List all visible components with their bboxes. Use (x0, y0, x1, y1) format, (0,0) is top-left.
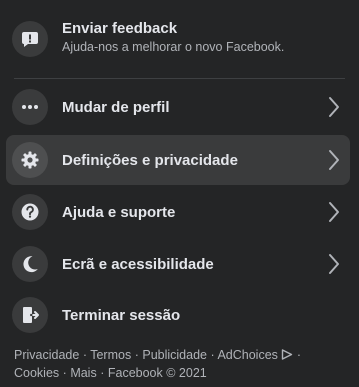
logout-door-icon (12, 297, 48, 333)
feedback-subtitle: Ajuda-nos a melhorar o novo Facebook. (62, 40, 285, 54)
footer-separator: · (210, 348, 215, 362)
adchoices-link[interactable]: AdChoices (217, 348, 293, 362)
account-menu: Enviar feedback Ajuda-nos a melhorar o n… (0, 0, 359, 387)
help-support-item[interactable]: Ajuda e suporte (6, 187, 350, 237)
gear-icon (12, 142, 48, 178)
footer-separator: · (100, 366, 105, 380)
settings-privacy-item[interactable]: Definições e privacidade (6, 135, 350, 185)
footer-separator: · (82, 348, 87, 362)
footer-separator: · (62, 366, 67, 380)
switch-profile-item[interactable]: Mudar de perfil (6, 82, 350, 132)
switch-profile-label: Mudar de perfil (62, 98, 170, 116)
settings-privacy-label: Definições e privacidade (62, 151, 238, 169)
chevron-right-icon (326, 200, 342, 224)
menu-divider (14, 78, 345, 79)
feedback-title: Enviar feedback (62, 20, 178, 37)
copyright-text: Facebook © 2021 (107, 366, 207, 380)
give-feedback-item[interactable]: Enviar feedback Ajuda-nos a melhorar o n… (6, 14, 350, 64)
question-icon (12, 194, 48, 230)
chevron-right-icon (326, 252, 342, 276)
logout-label: Terminar sessão (62, 306, 181, 324)
more-link[interactable]: Mais (70, 366, 96, 380)
terms-link[interactable]: Termos (90, 348, 131, 362)
moon-icon (12, 246, 48, 282)
footer-separator: · (134, 348, 139, 362)
adchoices-label: AdChoices (217, 348, 278, 362)
cookies-link[interactable]: Cookies (14, 366, 59, 380)
feedback-exclamation-icon (12, 21, 48, 57)
help-support-label: Ajuda e suporte (62, 203, 176, 221)
advertising-link[interactable]: Publicidade (142, 348, 207, 362)
logout-item[interactable]: Terminar sessão (6, 290, 350, 340)
adchoices-icon (282, 349, 293, 360)
chevron-right-icon (326, 95, 342, 119)
more-dots-icon (12, 89, 48, 125)
footer-links: Privacidade · Termos · Publicidade · AdC… (14, 346, 344, 382)
privacy-link[interactable]: Privacidade (14, 348, 79, 362)
display-accessibility-label: Ecrã e acessibilidade (62, 255, 214, 273)
footer-separator: · (296, 348, 302, 362)
display-accessibility-item[interactable]: Ecrã e acessibilidade (6, 239, 350, 289)
chevron-right-icon (326, 148, 342, 172)
